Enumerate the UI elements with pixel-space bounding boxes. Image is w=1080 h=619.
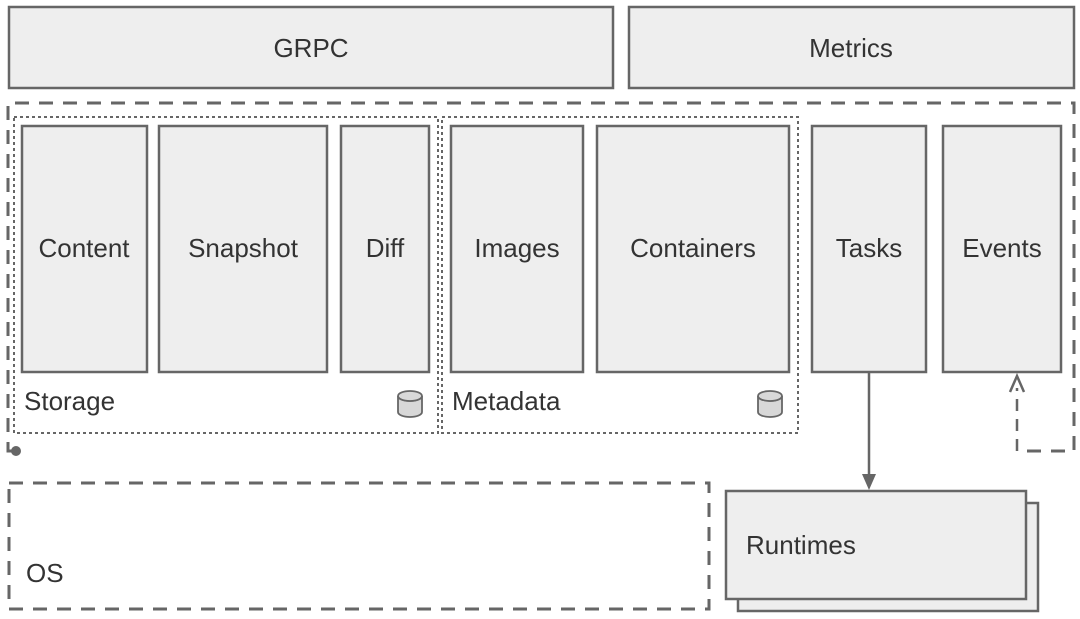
architecture-diagram: GRPC Metrics Storage Content Snapshot Di… xyxy=(0,0,1080,619)
metadata-group-label: Metadata xyxy=(452,386,561,416)
grpc-label: GRPC xyxy=(273,33,348,63)
containers-label: Containers xyxy=(630,233,756,263)
diff-label: Diff xyxy=(366,233,405,263)
runtimes-label: Runtimes xyxy=(746,530,856,560)
storage-group-label: Storage xyxy=(24,386,115,416)
events-label: Events xyxy=(962,233,1042,263)
storage-db-icon xyxy=(398,391,422,417)
tasks-label: Tasks xyxy=(836,233,902,263)
os-box xyxy=(9,483,709,609)
snapshot-label: Snapshot xyxy=(188,233,299,263)
content-label: Content xyxy=(38,233,130,263)
connector-dot xyxy=(11,446,21,456)
metadata-db-icon xyxy=(758,391,782,417)
os-label: OS xyxy=(26,558,64,588)
metrics-label: Metrics xyxy=(809,33,893,63)
arrowhead-tasks-to-runtimes xyxy=(862,474,876,490)
images-label: Images xyxy=(474,233,559,263)
